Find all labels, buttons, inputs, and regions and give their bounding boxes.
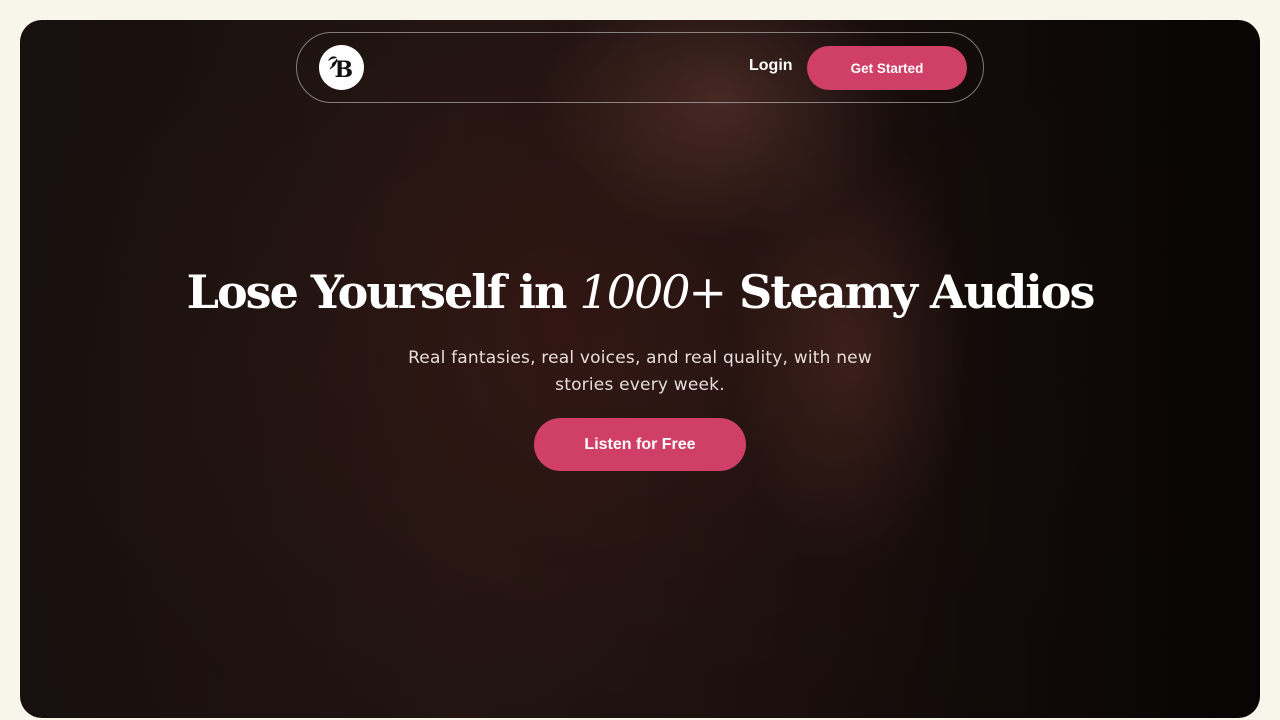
top-navbar: B Login Get Started xyxy=(296,32,984,103)
logo-link[interactable]: B xyxy=(319,45,364,90)
logo-letter: B xyxy=(335,57,354,83)
leaf-b-logo-icon: B xyxy=(328,56,354,83)
headline-emphasis: 1000+ xyxy=(579,265,727,319)
login-link[interactable]: Login xyxy=(749,57,793,75)
headline-part-2: Steamy Audios xyxy=(725,265,1095,319)
headline-part-1: Lose Yourself in xyxy=(186,265,580,319)
listen-for-free-button[interactable]: Listen for Free xyxy=(534,418,746,471)
hero-section: B Login Get Started Lose Yourself in 100… xyxy=(20,20,1260,718)
hero-headline: Lose Yourself in 1000+ Steamy Audios xyxy=(20,265,1260,319)
hero-subtext: Real fantasies, real voices, and real qu… xyxy=(408,348,872,395)
get-started-button[interactable]: Get Started xyxy=(807,46,967,90)
